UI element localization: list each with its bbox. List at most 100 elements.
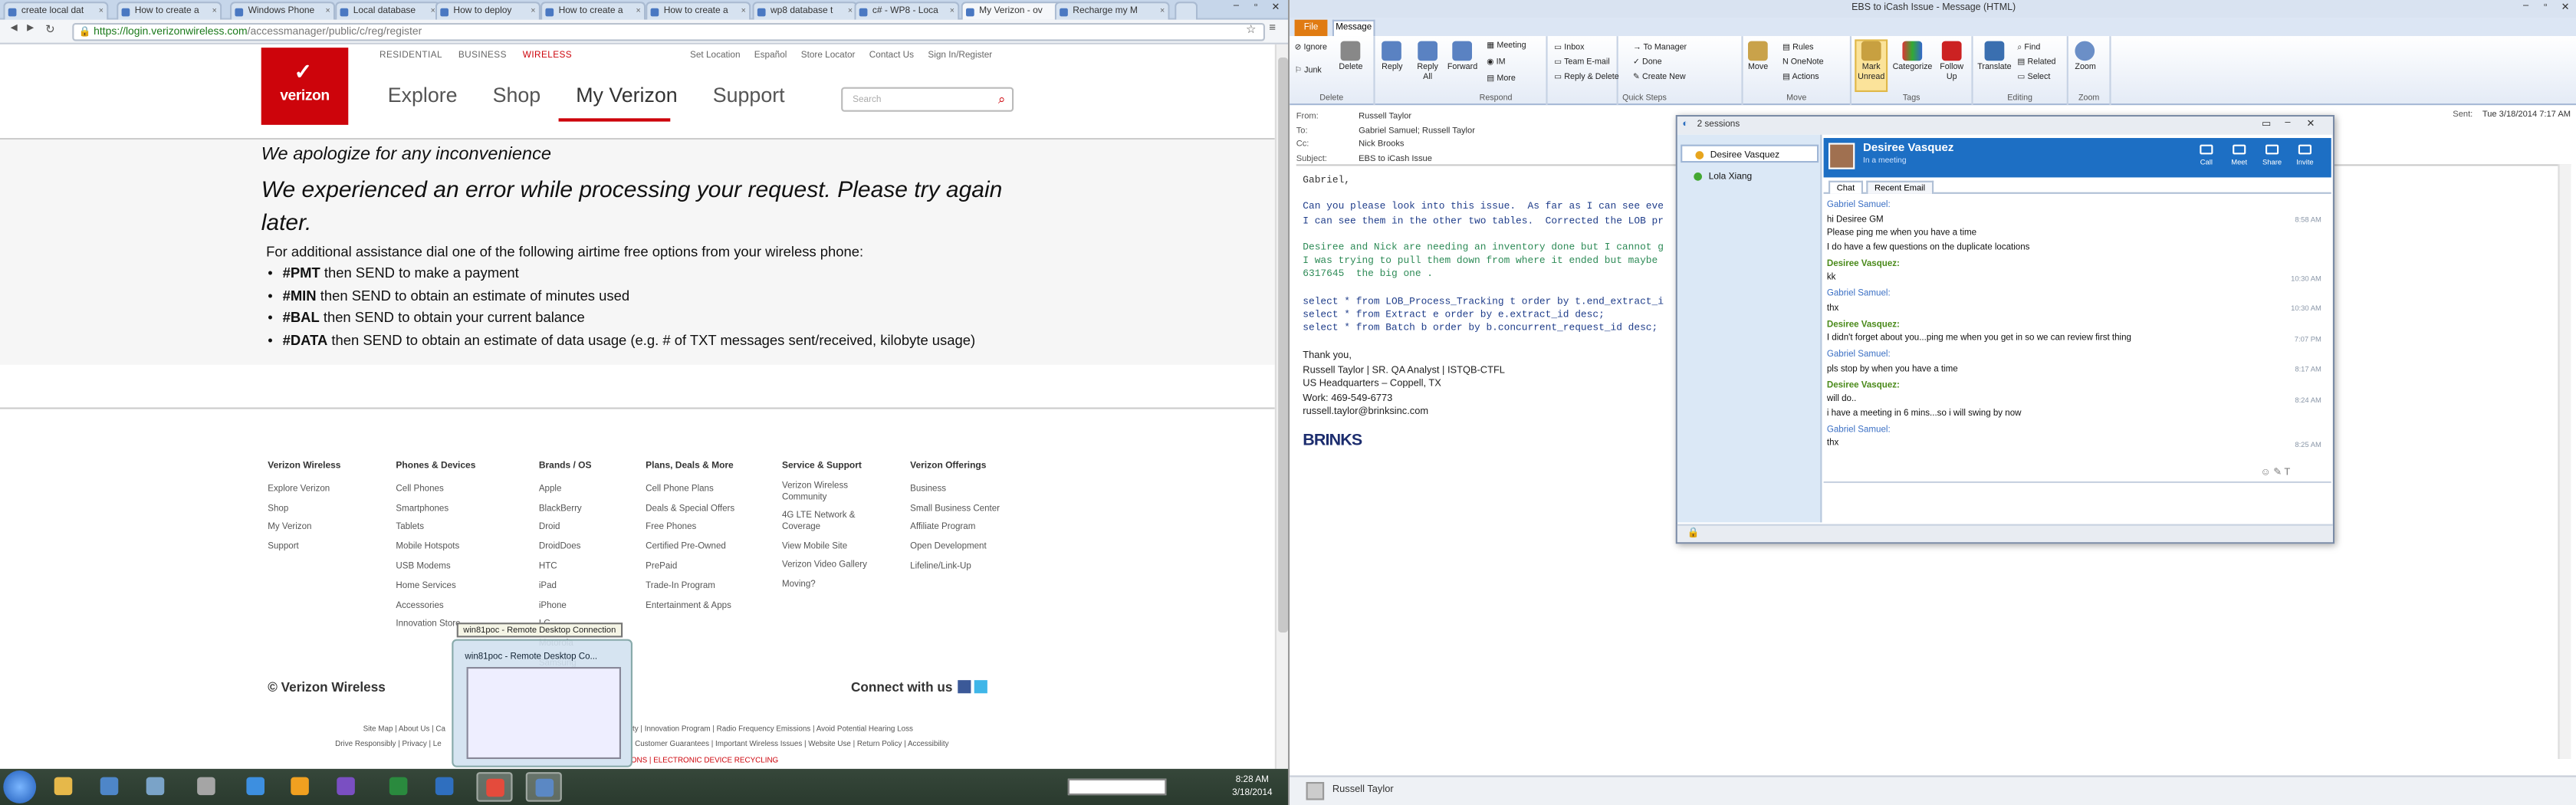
new-tab-button[interactable]	[1175, 2, 1198, 20]
address-bar[interactable]: 🔒 https://login.verizonwireless.com/acces…	[72, 23, 1265, 41]
footer-link[interactable]: Certified Pre-Owned	[646, 539, 761, 558]
zoom-button[interactable]: Zoom	[2075, 41, 2096, 72]
footer-link[interactable]: Tablets	[396, 520, 511, 539]
footer-link[interactable]: 4G LTE Network & Coverage	[782, 511, 867, 534]
tab-close-icon[interactable]: ×	[531, 7, 535, 17]
explorer-icon[interactable]	[46, 772, 82, 802]
footer-link[interactable]: Smartphones	[396, 501, 511, 520]
mark-unread-button[interactable]: Mark Unread	[1855, 39, 1888, 92]
footer-link[interactable]: PrePaid	[646, 559, 761, 578]
close-icon[interactable]: ✕	[2558, 2, 2572, 13]
quickstep-create-new[interactable]: ✎ Create New	[1633, 72, 1686, 82]
visual-studio-icon[interactable]	[329, 772, 365, 802]
footer-link[interactable]: USB Modems	[396, 559, 511, 578]
select-button[interactable]: ▭ Select	[2017, 72, 2050, 82]
contact-us-link[interactable]: Contact Us	[869, 51, 914, 61]
translate-button[interactable]: Translate	[1976, 41, 2013, 72]
nav-support[interactable]: Support	[713, 84, 785, 107]
page-scrollbar[interactable]	[1274, 44, 1288, 769]
session-desiree[interactable]: Desiree Vasquez	[1681, 144, 1819, 163]
related-button[interactable]: ▤ Related	[2017, 58, 2055, 67]
footer-link[interactable]: Deals & Special Offers	[646, 501, 761, 520]
reply-button[interactable]: Reply	[1382, 41, 1403, 72]
twitter-icon[interactable]	[974, 680, 987, 694]
sign-in-link[interactable]: Sign In/Register	[928, 51, 992, 61]
footer-link[interactable]: Verizon Video Gallery	[782, 560, 867, 572]
footer-link[interactable]: BlackBerry	[539, 501, 654, 520]
legal-links-2b[interactable]: | Customer Guarantees | Important Wirele…	[631, 736, 949, 751]
popout-icon[interactable]: ▭	[2259, 118, 2273, 130]
legal-links-3[interactable]: ONS | ELECTRONIC DEVICE RECYCLING	[631, 752, 778, 767]
legal-links-1a[interactable]: Site Map | About Us | Ca	[363, 721, 445, 737]
more-button[interactable]: ▤ More	[1487, 74, 1516, 84]
reload-icon[interactable]: ↻	[43, 23, 58, 36]
rules-button[interactable]: ▤ Rules	[1783, 43, 1814, 53]
footer-link[interactable]: iPhone	[539, 597, 654, 616]
footer-link[interactable]: Small Business Center	[910, 501, 1025, 520]
menu-icon[interactable]: ≡	[1265, 23, 1280, 34]
quickstep-reply-delete[interactable]: ▭ Reply & Delete	[1554, 72, 1619, 82]
move-button[interactable]: Move	[1748, 41, 1768, 72]
quickstep-to-manager[interactable]: → To Manager	[1633, 43, 1687, 53]
set-location-link[interactable]: Set Location	[690, 51, 741, 61]
verizon-logo[interactable]: ✓ verizon	[261, 48, 349, 125]
avatar[interactable]	[1306, 781, 1325, 800]
from-value[interactable]: Russell Taylor	[1359, 112, 1411, 122]
legal-links-2a[interactable]: Drive Responsibly | Privacy | Le	[335, 736, 442, 751]
media-icon[interactable]	[92, 772, 128, 802]
browser-tab[interactable]: My Verizon - ov×	[961, 2, 1066, 20]
minimize-icon[interactable]: –	[2518, 2, 2533, 12]
reply-all-button[interactable]: Reply All	[1414, 41, 1441, 82]
contact-avatar[interactable]	[1829, 143, 1855, 169]
browser-tab[interactable]: Windows Phone ×	[230, 2, 336, 20]
tab-message[interactable]: Message	[1332, 19, 1375, 37]
tab-file[interactable]: File	[1294, 19, 1328, 37]
store-locator-link[interactable]: Store Locator	[801, 51, 856, 61]
share-button[interactable]: Share	[2257, 144, 2287, 166]
footer-link[interactable]: Moving?	[782, 580, 867, 591]
to-value[interactable]: Gabriel Samuel; Russell Taylor	[1359, 126, 1475, 136]
quickstep-team-email[interactable]: ▭ Team E-mail	[1554, 58, 1609, 67]
im-button[interactable]: ◉ IM	[1487, 58, 1505, 67]
rdp-taskbar-icon[interactable]	[525, 772, 562, 802]
forward-button[interactable]: Forward	[1447, 41, 1477, 72]
tray-clock[interactable]: 8:28 AM 3/18/2014	[1232, 774, 1272, 800]
tab-close-icon[interactable]: ×	[325, 7, 330, 17]
nav-shop[interactable]: Shop	[493, 84, 541, 107]
browser-tab[interactable]: How to create a ×	[540, 2, 646, 20]
chat-input[interactable]	[1823, 481, 2331, 518]
footer-link[interactable]: Cell Phones	[396, 481, 511, 500]
chrome-taskbar-icon[interactable]	[476, 772, 513, 802]
excel-icon[interactable]	[381, 772, 417, 802]
tab-close-icon[interactable]: ×	[741, 7, 746, 17]
forward-icon[interactable]: ►	[23, 23, 38, 34]
footer-link[interactable]: Cell Phone Plans	[646, 481, 761, 500]
maximize-icon[interactable]: ▫	[2538, 2, 2553, 12]
footer-link[interactable]: Accessories	[396, 597, 511, 616]
browser-tab[interactable]: How to create a ×	[646, 2, 751, 20]
footer-link[interactable]: iPad	[539, 578, 654, 597]
browser-tab[interactable]: wp8 database t ×	[752, 2, 858, 20]
delete-button[interactable]: Delete	[1339, 41, 1362, 72]
footer-link[interactable]: Apple	[539, 481, 654, 500]
facebook-icon[interactable]	[957, 680, 971, 694]
browser-tab[interactable]: Recharge my M ×	[1054, 2, 1170, 20]
start-button[interactable]	[3, 770, 37, 803]
footer-link[interactable]: HTC	[539, 559, 654, 578]
nav-explore[interactable]: Explore	[388, 84, 458, 107]
footer-link[interactable]: My Verizon	[268, 520, 383, 539]
tab-recent-email[interactable]: Recent Email	[1866, 180, 1934, 194]
footer-link[interactable]: Business	[910, 481, 1025, 500]
star-icon[interactable]: ☆	[1244, 23, 1258, 36]
quickstep-inbox[interactable]: ▭ Inbox	[1554, 43, 1584, 53]
close-icon[interactable]: ✕	[1268, 2, 1283, 13]
find-button[interactable]: ⌕ Find	[2017, 43, 2040, 53]
tab-close-icon[interactable]: ×	[99, 7, 104, 17]
lync-taskbar-icon[interactable]	[427, 772, 463, 802]
tool-icon[interactable]	[189, 772, 225, 802]
footer-link[interactable]: Entertainment & Apps	[646, 597, 761, 616]
session-lola[interactable]: Lola Xiang	[1681, 168, 1819, 186]
rdp-thumbnail[interactable]: win81poc - Remote Desktop Co...	[452, 639, 632, 767]
maximize-icon[interactable]: ▫	[1249, 2, 1263, 12]
remote-icon[interactable]	[138, 772, 174, 802]
